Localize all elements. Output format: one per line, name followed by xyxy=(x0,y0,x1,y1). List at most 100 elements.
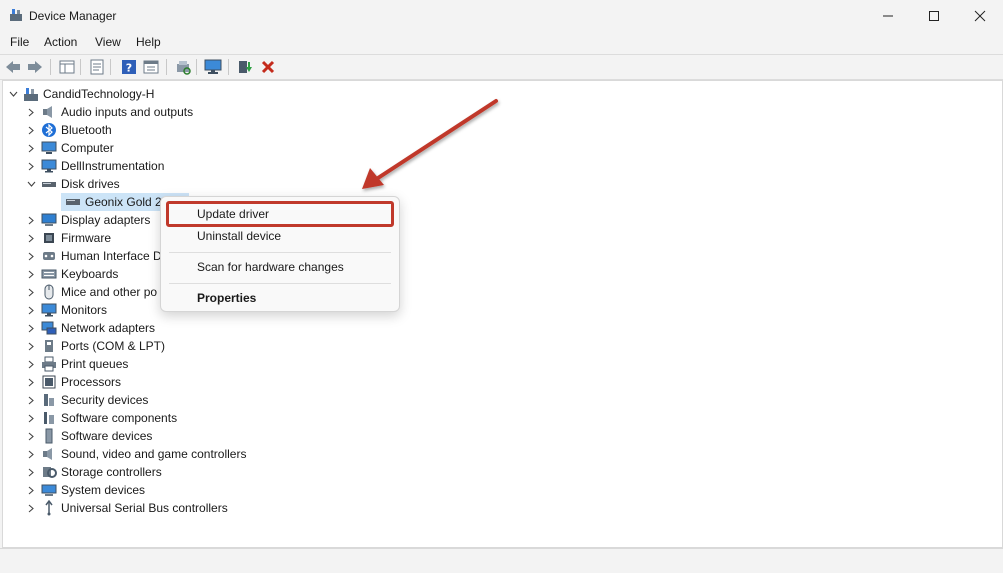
chevron-right-icon[interactable] xyxy=(25,409,37,427)
chevron-right-icon[interactable] xyxy=(25,427,37,445)
uninstall-icon[interactable] xyxy=(259,58,277,76)
menu-separator xyxy=(169,283,391,284)
monitor-icon[interactable] xyxy=(204,58,222,76)
computer-icon xyxy=(23,86,39,102)
chevron-right-icon[interactable] xyxy=(25,463,37,481)
usb-icon xyxy=(41,500,57,516)
chevron-right-icon[interactable] xyxy=(25,319,37,337)
tree-category-label: Human Interface D xyxy=(61,249,162,263)
chevron-right-icon[interactable] xyxy=(25,103,37,121)
tree-category[interactable]: Computer xyxy=(25,139,114,157)
menu-action[interactable]: Action xyxy=(44,35,77,49)
tree-category[interactable]: Storage controllers xyxy=(25,463,162,481)
chevron-right-icon[interactable] xyxy=(25,481,37,499)
tree-category-label: Mice and other po xyxy=(61,285,158,299)
forward-icon[interactable] xyxy=(26,58,44,76)
tree-category-label: Display adapters xyxy=(61,213,151,227)
tree-category[interactable]: Software devices xyxy=(25,427,152,445)
tree-category-label: Computer xyxy=(61,141,114,155)
tree-category[interactable]: Keyboards xyxy=(25,265,118,283)
chevron-right-icon[interactable] xyxy=(25,247,37,265)
tree-category-label: Universal Serial Bus controllers xyxy=(61,501,228,515)
scan-hardware-icon[interactable] xyxy=(174,58,192,76)
storage-icon xyxy=(41,464,57,480)
chevron-right-icon[interactable] xyxy=(25,229,37,247)
properties-icon[interactable] xyxy=(88,58,106,76)
tree-category-label: System devices xyxy=(61,483,146,497)
tree-category[interactable]: Mice and other po xyxy=(25,283,157,301)
update-driver-icon[interactable] xyxy=(236,58,254,76)
toolbar-separator xyxy=(228,59,229,75)
chevron-right-icon[interactable] xyxy=(25,157,37,175)
menu-file[interactable]: File xyxy=(10,35,29,49)
tree-category[interactable]: Firmware xyxy=(25,229,111,247)
tree-category[interactable]: Monitors xyxy=(25,301,107,319)
toolbar-separator xyxy=(166,59,167,75)
chevron-right-icon[interactable] xyxy=(25,337,37,355)
monitor-icon xyxy=(41,158,57,174)
keyboard-icon xyxy=(41,266,57,282)
printer-icon xyxy=(41,356,57,372)
properties-menu-item[interactable]: Properties xyxy=(169,287,391,309)
chevron-right-icon[interactable] xyxy=(25,391,37,409)
chevron-right-icon[interactable] xyxy=(25,445,37,463)
minimize-button[interactable] xyxy=(865,0,911,32)
monitor-icon xyxy=(41,302,57,318)
tree-category[interactable]: Security devices xyxy=(25,391,148,409)
tree-category-label: Software devices xyxy=(61,429,153,443)
tree-category-label: DellInstrumentation xyxy=(61,159,165,173)
window-title: Device Manager xyxy=(29,9,117,23)
chevron-right-icon[interactable] xyxy=(25,355,37,373)
tree-category-label: Monitors xyxy=(61,303,108,317)
help-icon[interactable]: ? xyxy=(120,58,138,76)
console-tree-icon[interactable] xyxy=(142,58,160,76)
chevron-right-icon[interactable] xyxy=(25,139,37,157)
tree-category[interactable]: Ports (COM & LPT) xyxy=(25,337,165,355)
chevron-right-icon[interactable] xyxy=(25,211,37,229)
tree-category[interactable]: Network adapters xyxy=(25,319,155,337)
tree-category[interactable]: Audio inputs and outputs xyxy=(25,103,193,121)
chevron-right-icon[interactable] xyxy=(25,373,37,391)
tree-root[interactable]: CandidTechnology-H xyxy=(7,85,154,103)
chevron-down-icon[interactable] xyxy=(7,85,19,103)
tree-category[interactable]: Universal Serial Bus controllers xyxy=(25,499,228,517)
tree-category[interactable]: Human Interface D xyxy=(25,247,162,265)
menu-view[interactable]: View xyxy=(95,35,121,49)
tree-category[interactable]: Disk drives xyxy=(25,175,120,193)
tree-category[interactable]: DellInstrumentation xyxy=(25,157,164,175)
chevron-right-icon[interactable] xyxy=(25,265,37,283)
tree-category[interactable]: System devices xyxy=(25,481,145,499)
uninstall-device-menu-item[interactable]: Uninstall device xyxy=(169,225,391,247)
device-manager-icon xyxy=(9,8,23,22)
device-tree[interactable]: CandidTechnology-H Audio inputs and outp… xyxy=(2,80,1003,548)
toolbar-separator xyxy=(196,59,197,75)
tree-category-label: Processors xyxy=(61,375,122,389)
uninstall-device-label: Uninstall device xyxy=(197,229,282,243)
close-button[interactable] xyxy=(957,0,1003,32)
computer-icon xyxy=(41,140,57,156)
chevron-right-icon[interactable] xyxy=(25,499,37,517)
chevron-right-icon[interactable] xyxy=(25,121,37,139)
tree-category[interactable]: Display adapters xyxy=(25,211,150,229)
scan-hardware-menu-item[interactable]: Scan for hardware changes xyxy=(169,256,391,278)
tree-category-label: Storage controllers xyxy=(61,465,162,479)
port-icon xyxy=(41,338,57,354)
tree-category-label: Sound, video and game controllers xyxy=(61,447,247,461)
disk-drive-icon xyxy=(41,176,57,192)
network-icon xyxy=(41,320,57,336)
hid-icon xyxy=(41,248,57,264)
chevron-down-icon[interactable] xyxy=(25,175,37,193)
tree-category-label: Audio inputs and outputs xyxy=(61,105,194,119)
chevron-right-icon[interactable] xyxy=(25,283,37,301)
tree-category[interactable]: Processors xyxy=(25,373,121,391)
back-icon[interactable] xyxy=(4,58,22,76)
menu-help[interactable]: Help xyxy=(136,35,161,49)
show-hide-console-tree-icon[interactable] xyxy=(58,58,76,76)
tree-category[interactable]: Print queues xyxy=(25,355,128,373)
chevron-right-icon[interactable] xyxy=(25,301,37,319)
tree-category[interactable]: Bluetooth xyxy=(25,121,112,139)
tree-root-label: CandidTechnology-H xyxy=(43,87,155,101)
tree-category[interactable]: Sound, video and game controllers xyxy=(25,445,246,463)
tree-category[interactable]: Software components xyxy=(25,409,177,427)
maximize-button[interactable] xyxy=(911,0,957,32)
